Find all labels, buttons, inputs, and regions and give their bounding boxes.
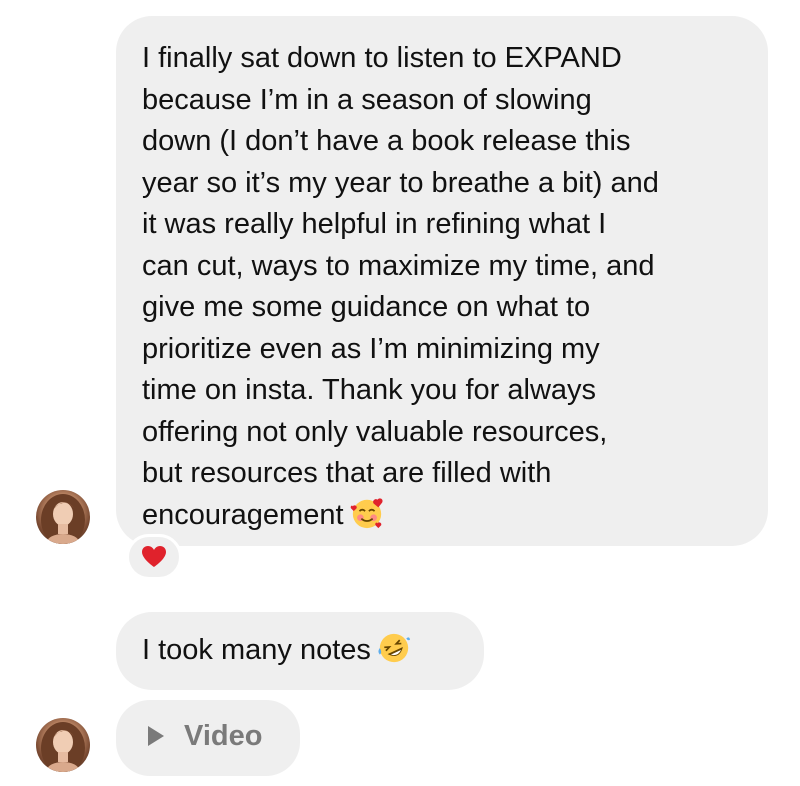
message-line: can cut, ways to maximize my time, and xyxy=(142,249,655,282)
message-line: prioritize even as I’m minimizing my xyxy=(142,332,600,365)
message-line: down (I don’t have a book release this xyxy=(142,125,631,157)
reaction-badge[interactable] xyxy=(126,534,182,580)
message-line: but resources that are filled with xyxy=(142,457,552,489)
smiling-face-with-hearts-icon xyxy=(350,497,383,528)
video-attachment-button[interactable]: Video xyxy=(116,700,300,776)
avatar[interactable] xyxy=(36,718,90,772)
profile-photo-icon xyxy=(41,494,85,544)
message-line: because I’m in a season of slowing xyxy=(142,83,592,116)
profile-photo-icon xyxy=(41,722,85,772)
message-bubble[interactable]: I finally sat down to listen to EXPAND b… xyxy=(116,16,768,546)
message-line: give me some guidance on what to xyxy=(142,291,591,323)
message-text: I took many notes xyxy=(142,634,371,666)
message-line: it was really helpful in refining what I xyxy=(142,208,607,240)
avatar[interactable] xyxy=(36,490,90,544)
message-line: offering not only valuable resources, xyxy=(142,415,608,448)
message-line: I finally sat down to listen to EXPAND xyxy=(142,42,622,74)
message-line-last: encouragement xyxy=(142,495,748,537)
rolling-on-floor-laughing-icon xyxy=(378,633,410,663)
red-heart-icon xyxy=(142,546,166,567)
message-line: time on insta. Thank you for always xyxy=(142,374,597,406)
message-bubble[interactable]: I took many notes xyxy=(116,612,484,690)
message-line-text: encouragement xyxy=(142,498,344,531)
message-line: year so it’s my year to breathe a bit) a… xyxy=(142,166,659,199)
video-label: Video xyxy=(184,720,263,752)
play-icon xyxy=(148,726,164,746)
